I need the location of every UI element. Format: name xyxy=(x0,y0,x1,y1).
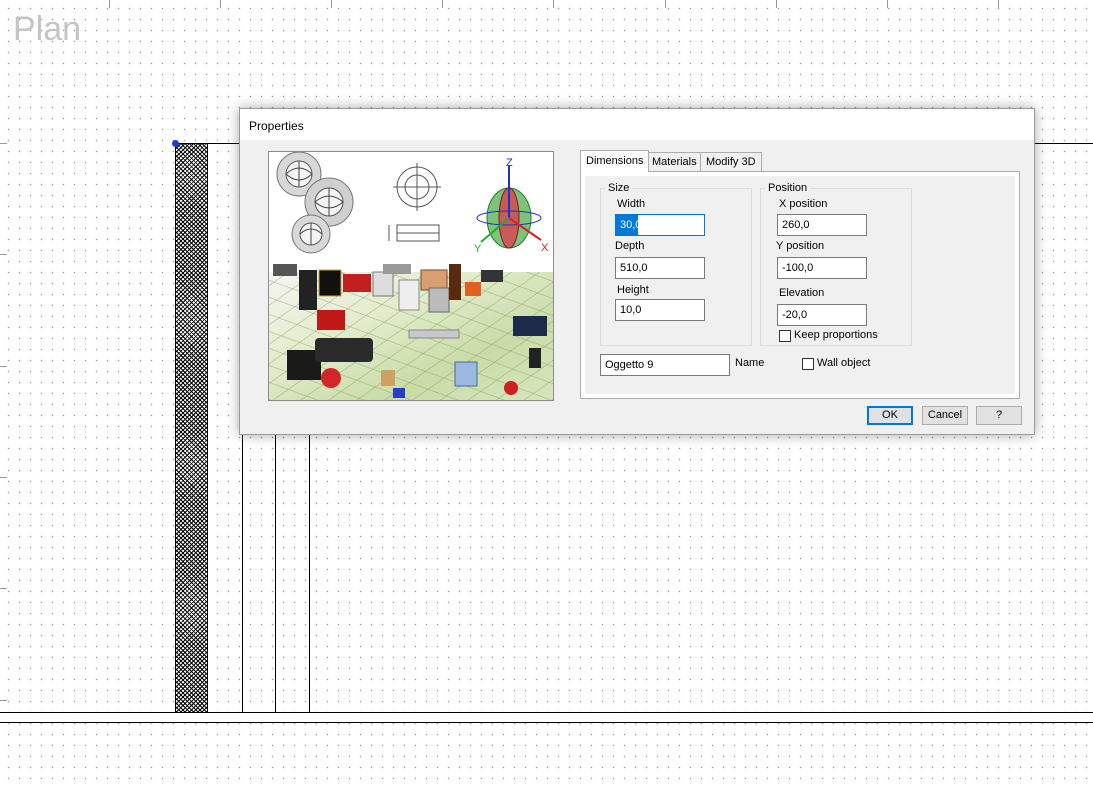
ruler-tick xyxy=(0,700,7,701)
ruler-tick xyxy=(998,0,999,8)
axis-gizmo-icon: Z X Y xyxy=(474,157,549,255)
size-group-legend: Size xyxy=(608,182,630,194)
dialog-title: Properties xyxy=(249,119,304,133)
ok-button[interactable]: OK xyxy=(867,406,913,425)
y-position-label: Y position xyxy=(776,240,825,252)
ruler-tick xyxy=(776,0,777,8)
ruler-tick xyxy=(665,0,666,8)
ruler-tick xyxy=(0,254,7,255)
properties-dialog: Properties Z X Y Dimensions Materials Mo… xyxy=(239,108,1035,435)
ruler-tick xyxy=(0,588,7,589)
help-button[interactable]: ? xyxy=(976,406,1022,425)
ruler-tick xyxy=(220,0,221,8)
y-position-field[interactable] xyxy=(777,257,867,279)
keep-proportions-label: Keep proportions xyxy=(794,329,878,341)
width-field[interactable] xyxy=(615,214,705,236)
cancel-button[interactable]: Cancel xyxy=(922,406,968,425)
x-position-label: X position xyxy=(779,198,828,210)
keep-proportions-checkbox[interactable] xyxy=(779,330,791,342)
wall-line[interactable] xyxy=(0,712,1093,713)
ruler-tick xyxy=(887,0,888,8)
ruler-tick xyxy=(0,366,7,367)
dialog-titlebar[interactable]: Properties xyxy=(240,109,1034,140)
depth-label: Depth xyxy=(615,240,645,252)
ruler-tick xyxy=(331,0,332,8)
position-group-legend: Position xyxy=(768,182,808,194)
plan-view-title: Plan xyxy=(13,10,82,48)
selected-wall-object[interactable] xyxy=(175,143,208,713)
left-ruler xyxy=(0,0,8,788)
axis-z-label: Z xyxy=(506,157,513,169)
axis-y-label: Y xyxy=(474,243,482,255)
dimensions-panel: Size Width Depth Height Position X posit… xyxy=(580,171,1020,399)
ruler-tick xyxy=(553,0,554,8)
x-position-field[interactable] xyxy=(777,214,867,236)
wall-object-label: Wall object xyxy=(817,357,871,369)
name-label: Name xyxy=(735,357,765,369)
object-preview-image: Z X Y xyxy=(268,151,554,401)
depth-field[interactable] xyxy=(615,257,705,279)
furniture-catalog-image: Z X Y xyxy=(273,152,549,398)
wall-line[interactable] xyxy=(0,722,1093,723)
ruler-tick xyxy=(0,143,7,144)
selection-handle[interactable] xyxy=(172,140,179,147)
height-label: Height xyxy=(617,284,649,296)
furniture-items xyxy=(273,264,547,398)
tab-dimensions[interactable]: Dimensions xyxy=(580,150,650,172)
ruler-tick xyxy=(0,477,7,478)
tab-modify-3d[interactable]: Modify 3D xyxy=(700,152,762,171)
width-label: Width xyxy=(617,198,646,210)
spheres-icon xyxy=(276,152,354,254)
ruler-tick xyxy=(442,0,443,8)
ruler-tick xyxy=(109,0,110,8)
elevation-field[interactable] xyxy=(777,304,867,326)
wall-object-checkbox[interactable] xyxy=(802,358,814,370)
tab-materials[interactable]: Materials xyxy=(646,152,703,171)
axis-x-label: X xyxy=(541,242,549,254)
elevation-label: Elevation xyxy=(779,287,825,299)
height-field[interactable] xyxy=(615,299,705,321)
object-name-field[interactable] xyxy=(600,354,730,376)
gear-schematic-icon xyxy=(388,163,441,242)
top-ruler xyxy=(0,0,1093,8)
dimensions-panel-body: Size Width Depth Height Position X posit… xyxy=(585,176,1015,394)
